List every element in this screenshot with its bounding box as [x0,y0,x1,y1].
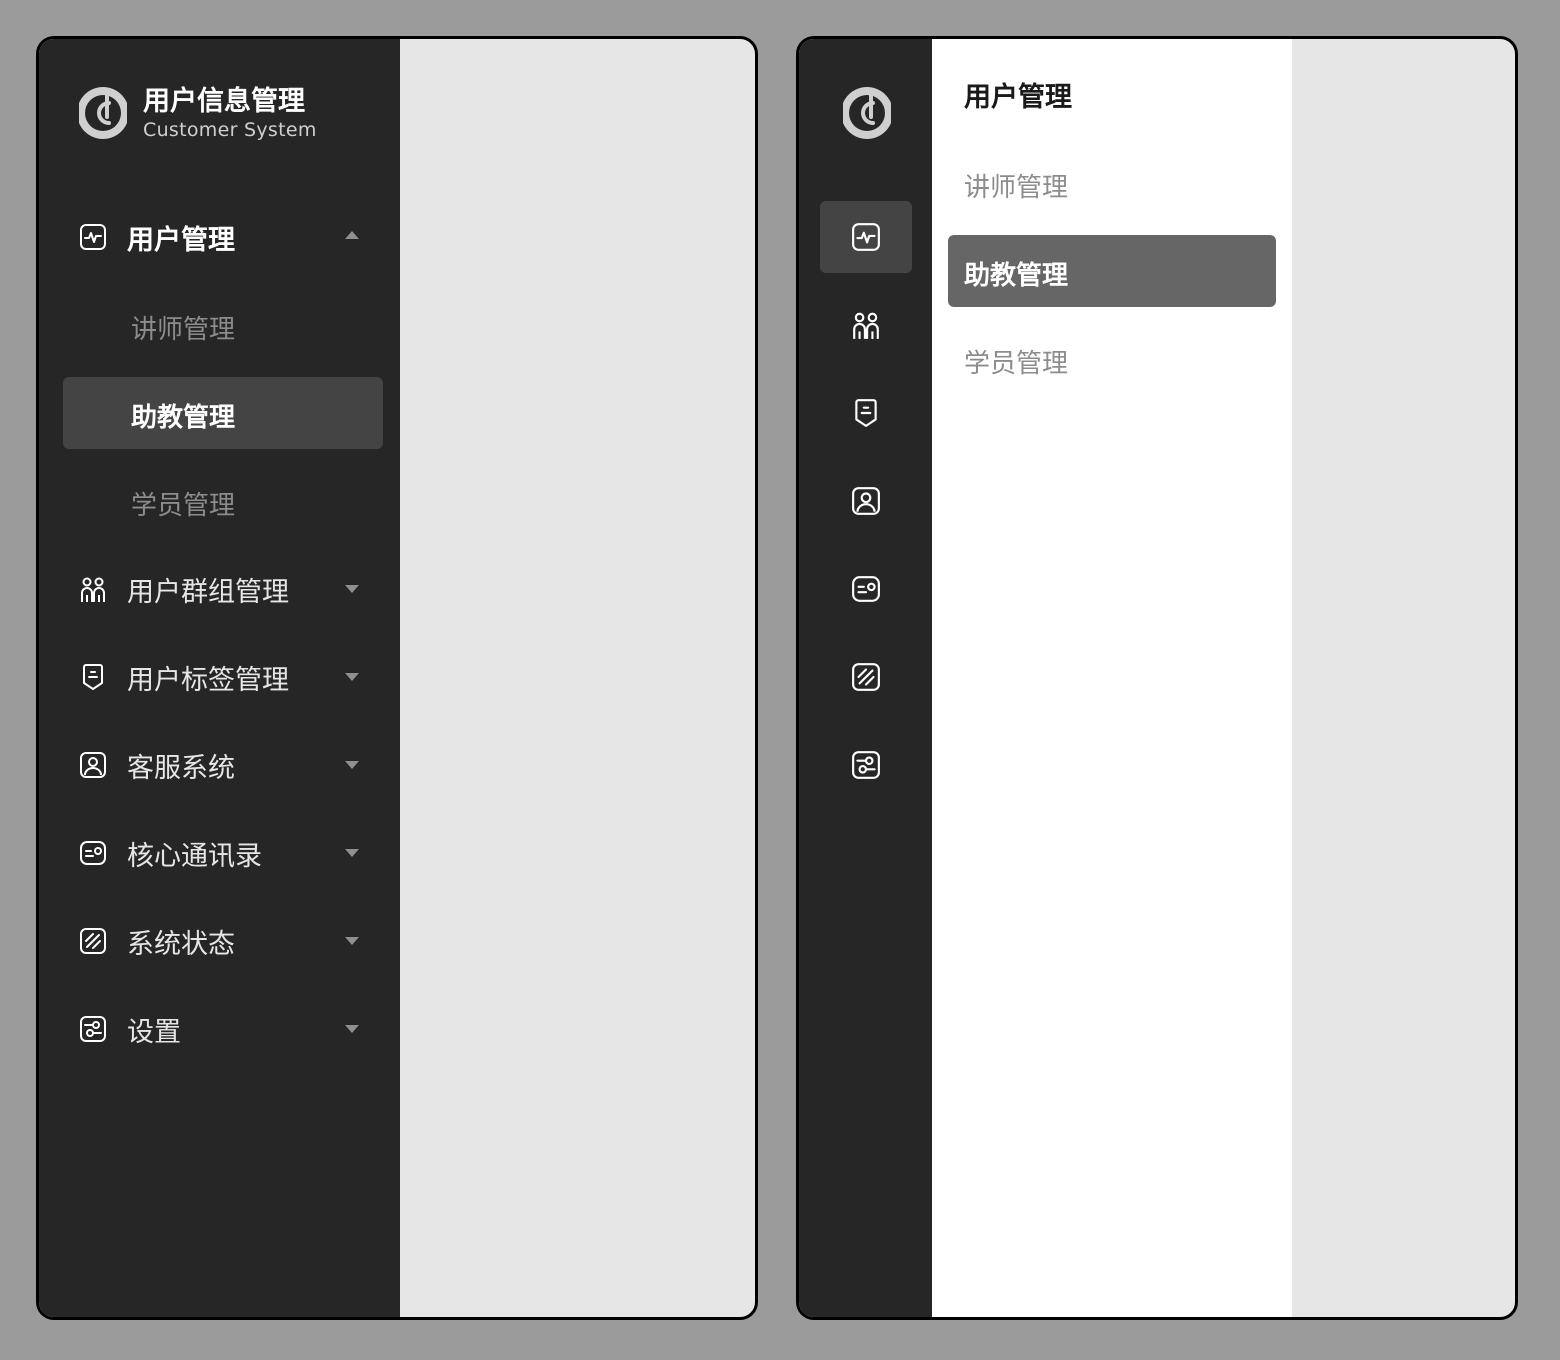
rail-item-system-status[interactable] [820,641,912,713]
sidebar-item-contacts[interactable]: 核心通讯录 [63,817,383,889]
users-icon [81,577,105,602]
chevron-down-icon [345,937,359,945]
rail-item-user-groups[interactable] [820,289,912,361]
status-slash-icon [80,928,106,954]
rail-item-contacts[interactable] [820,553,912,625]
sidebar-subitem-student[interactable]: 学员管理 [63,465,383,537]
contact-card-icon [80,841,106,865]
sidebar-item-user-groups[interactable]: 用户群组管理 [63,553,383,625]
rail-item-user-tags[interactable] [820,377,912,449]
rail-item-customer-service[interactable] [820,465,912,537]
pulse-icon [80,224,106,250]
expanded-sidebar-frame: 用户信息管理 Customer System 用户管理 讲师管理 助教管理 学员… [36,36,758,1320]
sidebar-expanded: 用户信息管理 Customer System 用户管理 讲师管理 助教管理 学员… [39,39,400,1317]
panel-title: 用户管理 [964,82,1072,113]
rail-item-user-management[interactable] [820,201,912,273]
contact-card-icon [852,576,880,602]
sidebar-subitem-label: 学员管理 [131,491,236,521]
sidebar-item-label: 核心通讯录 [127,840,262,872]
chevron-down-icon [345,1025,359,1033]
panel-item-label: 讲师管理 [964,173,1069,203]
chevron-down-icon [345,761,359,769]
sidebar-item-label: 系统状态 [127,928,235,960]
tag-icon [83,664,103,690]
chevron-down-icon [345,585,359,593]
collapsed-sidebar-frame: 用户管理 讲师管理 助教管理 学员管理 [796,36,1518,1320]
sidebar-item-user-management[interactable]: 用户管理 [63,201,383,273]
panel-item-lecturer[interactable]: 讲师管理 [948,147,1276,219]
panel-item-label: 助教管理 [964,261,1069,291]
user-card-icon [852,487,880,515]
brand-logo-icon [79,87,127,139]
brand: 用户信息管理 Customer System [79,83,317,143]
panel-item-student[interactable]: 学员管理 [948,323,1276,395]
sidebar-item-customer-service[interactable]: 客服系统 [63,729,383,801]
sidebar-item-user-tags[interactable]: 用户标签管理 [63,641,383,713]
sidebar-subitem-lecturer[interactable]: 讲师管理 [63,289,383,361]
brand-subtitle: Customer System [143,119,317,141]
chevron-down-icon [345,849,359,857]
sidebar-item-label: 用户标签管理 [127,664,289,696]
submenu-panel: 用户管理 讲师管理 助教管理 学员管理 [932,39,1292,1317]
sidebar-subitem-label: 讲师管理 [131,315,236,345]
settings-icon [80,1016,106,1042]
chevron-down-icon [345,673,359,681]
sidebar-item-label: 设置 [127,1016,181,1048]
users-icon [853,312,879,339]
sidebar-subitem-assistant[interactable]: 助教管理 [63,377,383,449]
panel-item-assistant[interactable]: 助教管理 [948,235,1276,307]
chevron-up-icon [345,231,359,239]
settings-icon [852,751,880,779]
sidebar-item-settings[interactable]: 设置 [63,993,383,1065]
rail-item-settings[interactable] [820,729,912,801]
user-card-icon [80,752,106,778]
sidebar-item-label: 用户管理 [127,224,235,256]
sidebar-item-label: 用户群组管理 [127,576,289,608]
sidebar-subitem-label: 助教管理 [131,403,236,433]
panel-item-label: 学员管理 [964,349,1069,379]
sidebar-item-label: 客服系统 [127,752,235,784]
pulse-icon [852,223,880,251]
status-slash-icon [852,663,880,691]
brand-title: 用户信息管理 [143,86,305,117]
tag-icon [855,399,877,427]
sidebar-rail [799,39,932,1317]
sidebar-item-system-status[interactable]: 系统状态 [63,905,383,977]
brand-logo-icon [843,87,891,139]
